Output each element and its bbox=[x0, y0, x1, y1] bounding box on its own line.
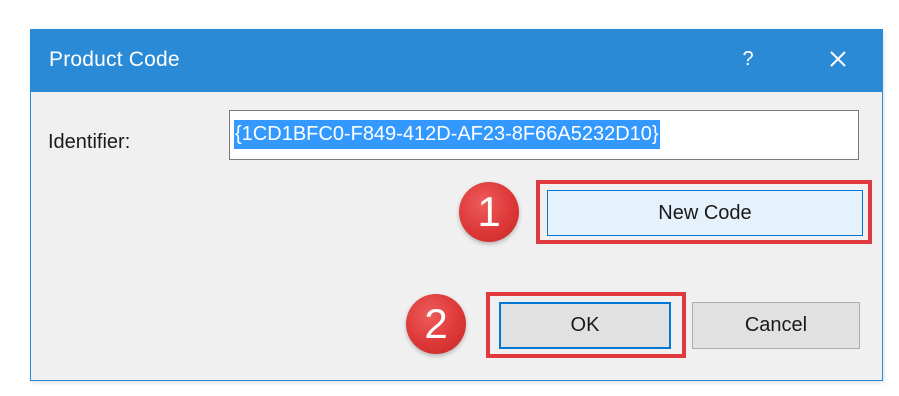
help-button[interactable]: ? bbox=[735, 44, 761, 74]
identifier-value-selected: {1CD1BFC0-F849-412D-AF23-8F66A5232D10} bbox=[234, 120, 660, 149]
title-bar[interactable]: Product Code ? bbox=[31, 30, 882, 92]
cancel-button[interactable]: Cancel bbox=[692, 302, 860, 349]
close-icon bbox=[830, 51, 846, 67]
ok-button[interactable]: OK bbox=[499, 302, 671, 349]
product-code-dialog: Product Code ? Identifier: {1CD1BFC0-F84… bbox=[30, 29, 883, 381]
identifier-label: Identifier: bbox=[48, 131, 131, 153]
identifier-input[interactable]: {1CD1BFC0-F849-412D-AF23-8F66A5232D10} bbox=[229, 110, 859, 160]
new-code-button[interactable]: New Code bbox=[547, 190, 863, 236]
close-button[interactable] bbox=[821, 42, 855, 76]
step-1-badge: 1 bbox=[459, 182, 519, 242]
step-2-badge: 2 bbox=[406, 294, 466, 354]
dialog-title: Product Code bbox=[49, 48, 180, 71]
